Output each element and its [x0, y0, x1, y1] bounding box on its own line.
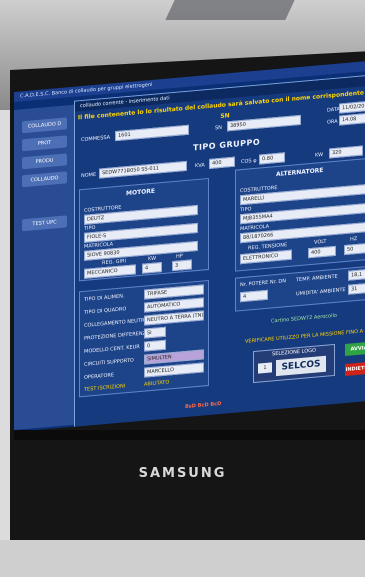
kva-field[interactable]: 400: [209, 156, 235, 169]
selcos-logo: SELCOS: [276, 355, 326, 377]
kva-label: KVA: [195, 162, 205, 170]
motore-hp-label: HP: [176, 253, 183, 260]
reg-giri-field[interactable]: MECCANICO: [84, 264, 136, 279]
nr-poli-label: Nr. POTERE Nr. DN: [240, 278, 287, 289]
logo-selector: SELEZIONE LOGO 1 SELCOS: [253, 343, 335, 384]
commessa-field[interactable]: 1601: [115, 124, 189, 142]
volt-field[interactable]: 400: [308, 245, 336, 259]
sidebar: COLLAUDO D PROT PRODU COLLAUDO TEST UPC: [14, 104, 74, 431]
motore-tipo-field[interactable]: FIOLE-S: [84, 222, 198, 243]
tipo-gruppo-title: TIPO GRUPPO: [193, 137, 261, 153]
avviso-text: VERIFICARE UTILIZZO PER LA MISSIONE FINO…: [245, 326, 365, 345]
opzione-label: TIPO DI ALIMEN.: [84, 293, 125, 303]
motore-hp-field[interactable]: 3: [172, 259, 192, 272]
footer-text: BsD BcD BcD: [185, 400, 222, 411]
sidebar-item[interactable]: PRODU: [22, 153, 67, 170]
commessa-label: COMMESSA: [81, 134, 111, 144]
motore-title: MOTORE: [126, 187, 155, 198]
motore-kw-label: KW: [148, 255, 157, 263]
logo-index-stepper[interactable]: 1: [258, 362, 272, 374]
alternatore-title: ALTERNATORE: [276, 166, 324, 179]
opzioni-panel: TIPO DI ALIMEN. TRIFASE TIPO DI QUADRO A…: [79, 279, 209, 398]
umidita-field[interactable]: 31: [348, 282, 365, 295]
motore-kw-field[interactable]: 4: [142, 262, 162, 274]
temp-label: TEMP. AMBIENTE: [296, 273, 338, 284]
sidebar-item[interactable]: COLLAUDO: [22, 171, 67, 188]
cos-label: COS φ: [241, 157, 257, 166]
avvia-button[interactable]: AVVIA: [345, 341, 365, 357]
data-label: DATA: [327, 106, 340, 114]
monitor-screen: C.A.D.E.S.C. Banco di collaudo per grupp…: [14, 61, 365, 433]
sn-field[interactable]: 38950: [227, 114, 301, 132]
nome-label: NOME: [81, 171, 97, 180]
indietro-button[interactable]: INDIETRO: [345, 361, 365, 377]
temp-field[interactable]: 18,1: [348, 268, 365, 281]
monitor-lower-bezel: [14, 430, 365, 440]
cos-field[interactable]: 0.80: [259, 152, 285, 165]
alternatore-panel: ALTERNATORE COSTRUTTORE MARELLI TIPO MJB…: [235, 157, 365, 272]
misure-panel: Nr. POTERE Nr. DN 4 TEMP. AMBIENTE 18,1 …: [235, 265, 365, 312]
samsung-logo: SAMSUNG: [138, 466, 227, 481]
motore-tipo-label: TIPO: [84, 224, 96, 232]
opzione-label: TIPO DI QUADRO: [84, 306, 127, 316]
ora-field[interactable]: 14.08: [339, 112, 365, 126]
data-field[interactable]: 11/02/2014: [339, 100, 365, 114]
alt-tipo-label: TIPO: [240, 206, 252, 214]
desk-surface: [0, 540, 365, 577]
opzione-label: CIRCUITI SUPPORTO: [84, 357, 134, 368]
opzione-select[interactable]: SI: [144, 326, 166, 339]
test-iscrizioni-checkbox[interactable]: ABILITATO: [144, 379, 169, 387]
opzione-select[interactable]: NEUTRO A TERRA (TN): [144, 310, 204, 326]
motore-panel: MOTORE COSTRUTTORE DEUTZ TIPO FIOLE-S MA…: [79, 177, 209, 282]
reg-tensione-field[interactable]: ELETTRONICO: [240, 249, 292, 265]
sidebar-item[interactable]: COLLAUDO D: [22, 117, 67, 134]
nome-field[interactable]: SEDW771B050 SS-011: [99, 160, 187, 179]
hz-field[interactable]: 50: [344, 242, 365, 256]
nr-poli-field[interactable]: 4: [240, 289, 268, 303]
test-iscrizioni-label: TEST ISCRIZIONI: [84, 383, 126, 393]
opzione-label: OPERATORE: [84, 372, 115, 381]
opzione-label: MODELLO CENT. KEUR: [84, 343, 140, 355]
ora-label: ORA: [327, 118, 338, 126]
ceiling-beam: [165, 0, 295, 20]
volt-label: VOLT: [314, 238, 327, 246]
sidebar-item[interactable]: PROT: [22, 135, 67, 152]
umidita-label: UMIDITA' AMBIENTE: [296, 286, 346, 298]
sn-label: SN: [215, 124, 222, 132]
kw-field[interactable]: 320: [329, 145, 363, 159]
dati-status: Cartino SEDW72 Aerocollo: [271, 312, 337, 325]
sidebar-item[interactable]: TEST UPC: [22, 215, 67, 232]
opzione-select[interactable]: 0: [144, 339, 166, 352]
alt-tipo-field[interactable]: MJB355MA4: [240, 203, 365, 225]
opzione-select[interactable]: MARCELLO: [144, 362, 204, 378]
kw-label: KW: [315, 151, 324, 159]
hz-label: HZ: [350, 235, 358, 243]
data-entry-dialog: collaudo corrente - inserimento dati Il …: [74, 74, 365, 433]
